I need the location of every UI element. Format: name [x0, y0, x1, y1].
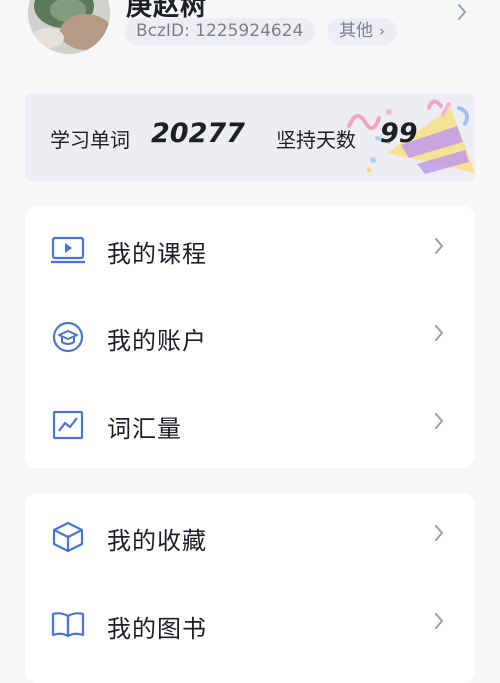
menu-item-my-favorites[interactable]: 我的收藏: [25, 507, 475, 567]
other-button[interactable]: 其他 ›: [327, 18, 397, 45]
chevron-right-icon: [435, 325, 443, 341]
menu-item-my-books[interactable]: 我的图书: [25, 595, 475, 655]
menu-item-my-account[interactable]: 我的账户: [25, 307, 475, 367]
menu-label-my-books: 我的图书: [107, 615, 207, 643]
course-icon: [51, 236, 85, 264]
chevron-right-icon: [435, 413, 443, 429]
menu-label-my-courses: 我的课程: [107, 240, 207, 268]
menu-card-secondary: 我的收藏 我的图书: [25, 493, 475, 683]
menu-label-my-account: 我的账户: [107, 327, 207, 355]
book-icon: [51, 612, 85, 638]
menu-card-primary: 我的课程 我的账户 词汇量: [25, 206, 475, 468]
favorites-box-icon: [52, 521, 84, 553]
chevron-right-icon: [435, 238, 443, 254]
avatar-image: [28, 0, 110, 54]
words-learned-value: 20277: [151, 118, 245, 149]
words-learned-label: 学习单词: [50, 128, 130, 152]
menu-label-vocabulary: 词汇量: [107, 415, 182, 443]
other-label: 其他: [339, 21, 373, 41]
chevron-right-icon: [435, 525, 443, 541]
menu-item-vocabulary[interactable]: 词汇量: [25, 395, 475, 455]
avatar[interactable]: [28, 0, 110, 54]
menu-item-my-courses[interactable]: 我的课程: [25, 220, 475, 280]
account-icon: [52, 321, 84, 353]
study-stats-banner: 学习单词 20277 坚持天数 99: [25, 94, 475, 181]
profile-header[interactable]: 庚赵树 BczID: 1225924624 其他 ›: [0, 0, 500, 60]
menu-label-my-favorites: 我的收藏: [107, 527, 207, 555]
profile-chevron-icon[interactable]: [456, 2, 468, 22]
bcz-id-chip: BczID: 1225924624: [124, 18, 316, 45]
streak-days-value: 99: [380, 118, 418, 149]
chevron-right-icon: ›: [379, 22, 385, 40]
chevron-right-icon: [435, 613, 443, 629]
vocabulary-chart-icon: [52, 410, 84, 440]
